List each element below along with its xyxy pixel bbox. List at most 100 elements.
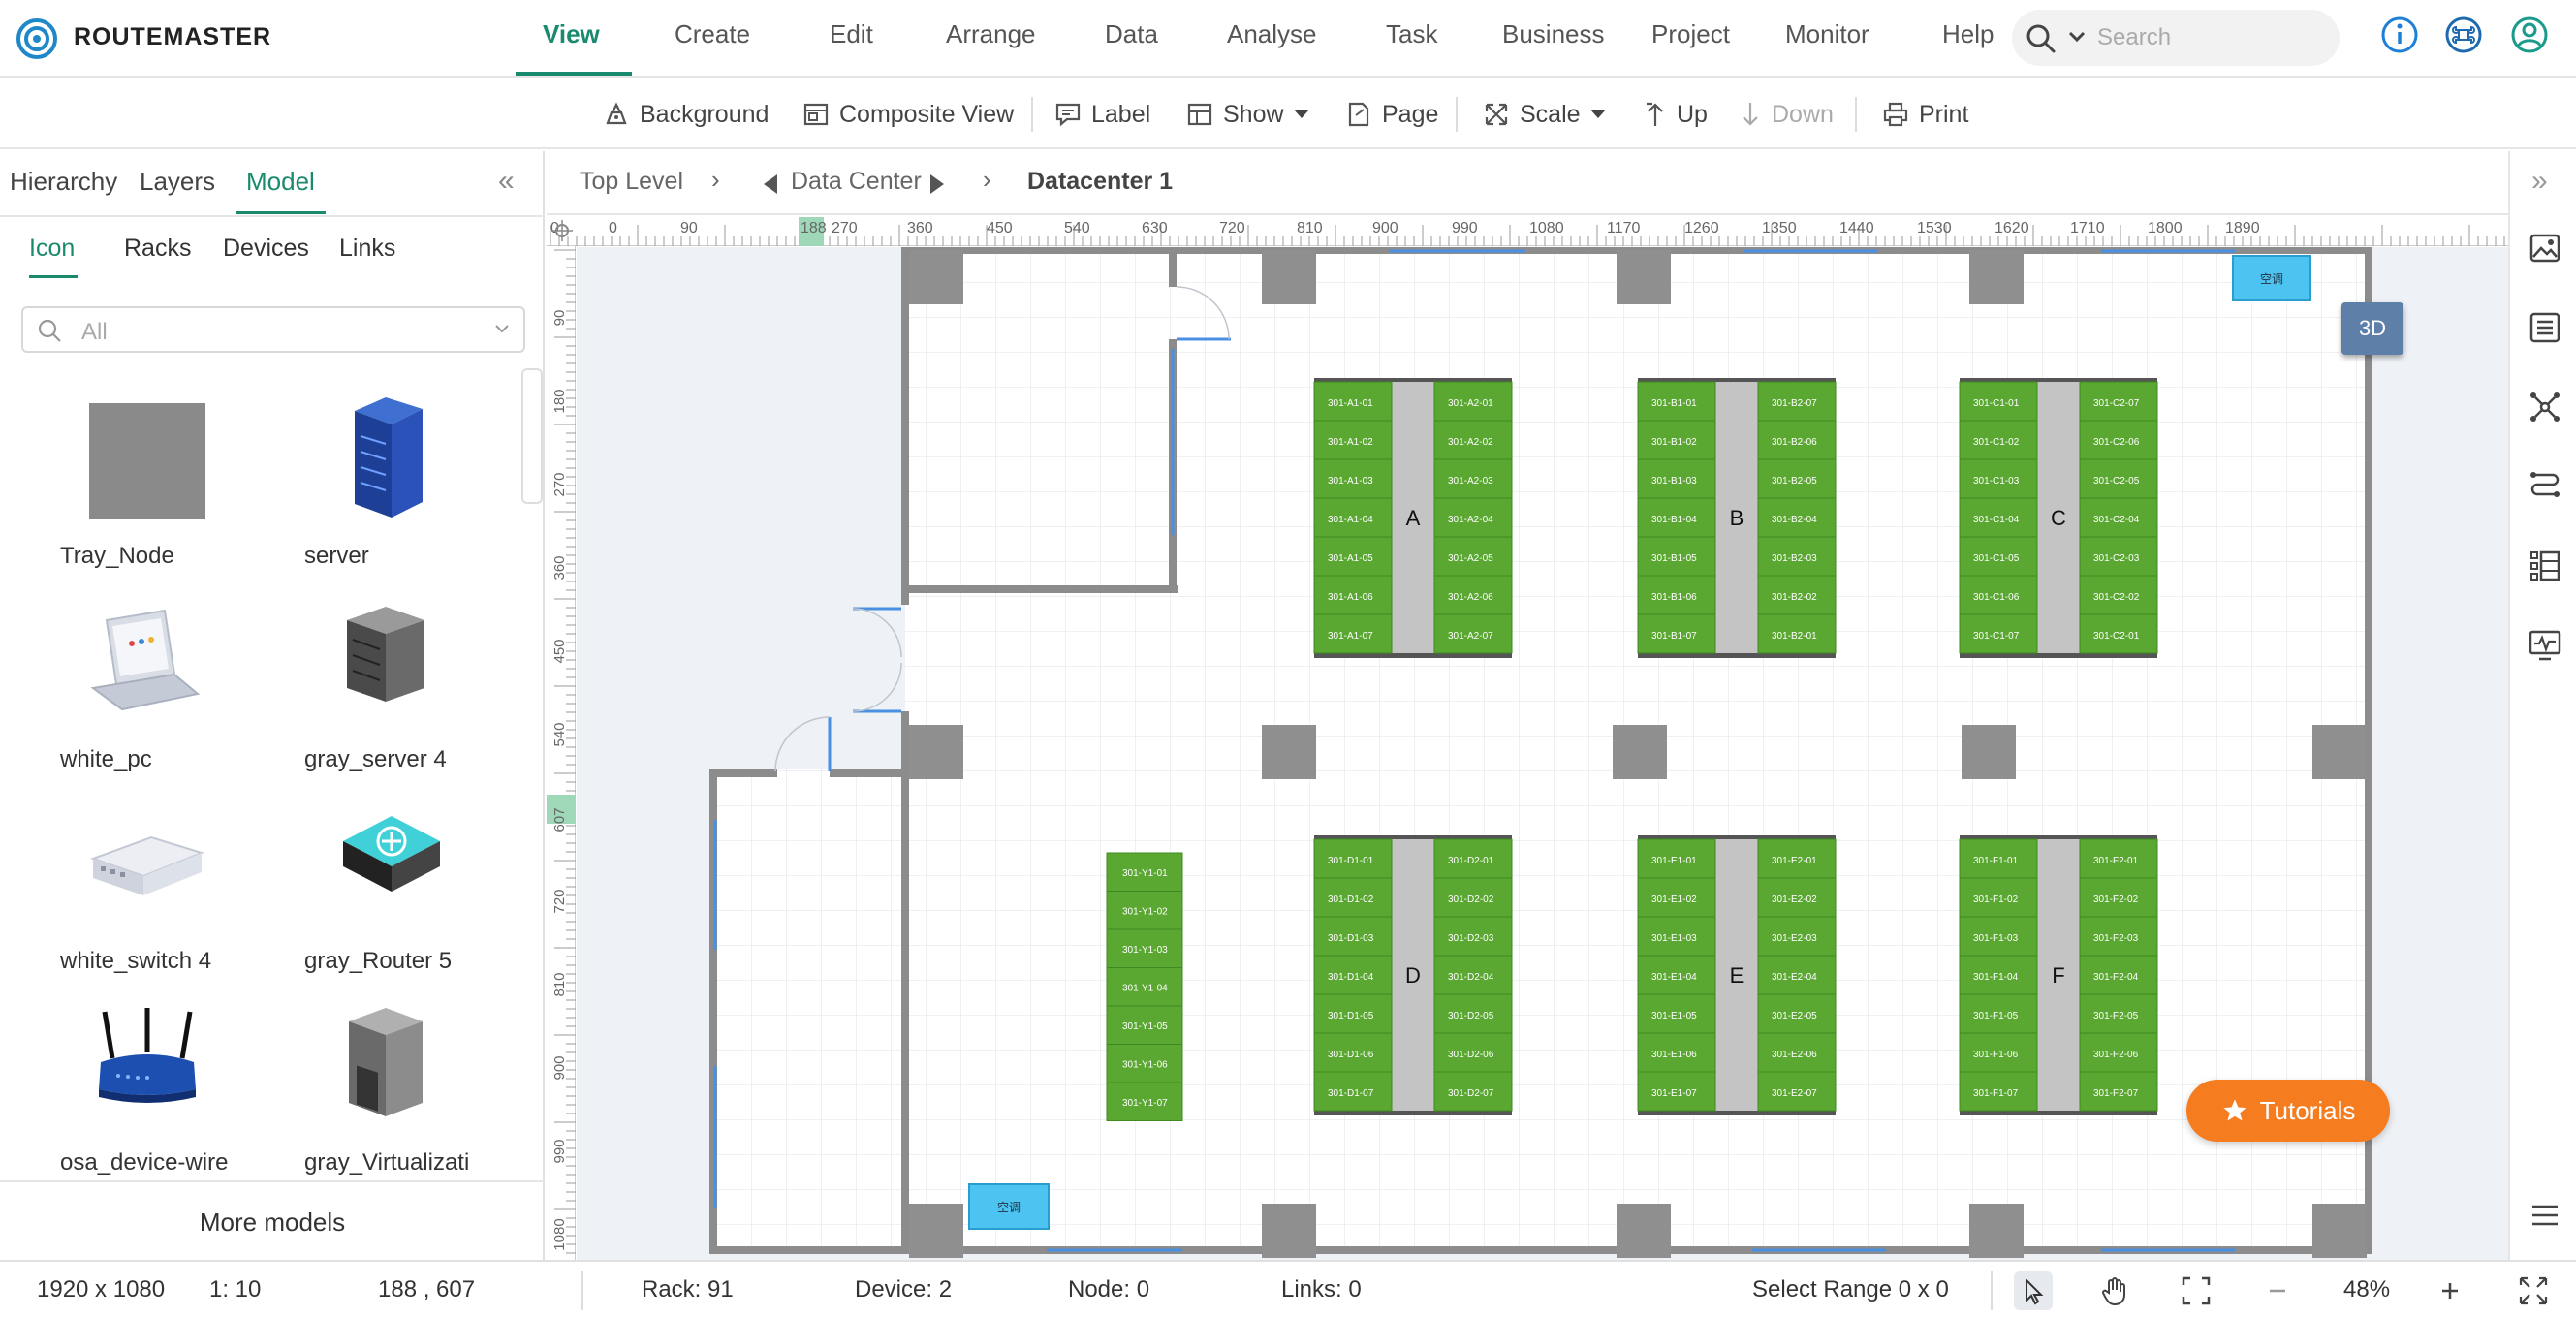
tab-hierarchy[interactable]: Hierarchy (10, 167, 117, 197)
rack-label: 301-A1-01 (1328, 398, 1373, 409)
ruler-label: 540 (551, 722, 568, 746)
up-button[interactable]: Up (1644, 95, 1708, 134)
route-icon[interactable] (2528, 469, 2562, 504)
ruler-label: 1620 (1995, 220, 2029, 236)
menu-arrange[interactable]: Arrange (946, 19, 1036, 49)
search-icon (38, 319, 61, 342)
ruler-origin-icon[interactable] (550, 219, 574, 242)
rack-list-icon[interactable] (2528, 549, 2562, 583)
menu-task[interactable]: Task (1386, 19, 1437, 49)
tab-layers[interactable]: Layers (140, 167, 215, 197)
show-dropdown[interactable]: Show (1186, 95, 1309, 134)
breadcrumb-top-level[interactable]: Top Level (580, 168, 683, 196)
rack-label: 301-D1-06 (1328, 1050, 1374, 1060)
search-input[interactable] (2097, 19, 2320, 56)
model-gray-server-4[interactable]: gray_server 4 (304, 601, 518, 795)
ruler-label: 1710 (2070, 220, 2105, 236)
page-button[interactable]: Page (1345, 95, 1438, 134)
caret-down-icon (1293, 110, 1309, 118)
model-name: gray_Router 5 (304, 948, 453, 974)
menu-icon[interactable] (2528, 1198, 2562, 1233)
model-gray-virtualization[interactable]: gray_Virtualizati (304, 1004, 518, 1198)
menu-help[interactable]: Help (1942, 19, 1994, 49)
list-icon[interactable] (2528, 310, 2562, 345)
toolbar-divider (1456, 97, 1458, 132)
tab-model[interactable]: Model (246, 167, 315, 197)
laptop-icon (90, 609, 201, 711)
ruler-label: 900 (1372, 220, 1398, 236)
rack-label: 301-F2-05 (2093, 1011, 2139, 1021)
label-button[interactable]: Label (1054, 95, 1150, 134)
model-gray-router-5[interactable]: gray_Router 5 (304, 802, 518, 996)
expand-panel-icon[interactable]: » (2531, 165, 2548, 198)
door-swing (852, 608, 902, 658)
down-button[interactable]: Down (1739, 95, 1834, 134)
ruler-label: 90 (551, 310, 568, 327)
image-icon[interactable] (2528, 231, 2562, 266)
ruler-label: 188 (801, 220, 827, 236)
rack-label: 301-C2-01 (2093, 631, 2140, 642)
model-white-switch-4[interactable]: white_switch 4 (60, 802, 273, 996)
fullscreen-icon[interactable] (2516, 1273, 2551, 1308)
command-icon[interactable] (2444, 16, 2483, 54)
model-white-pc[interactable]: white_pc (60, 601, 273, 795)
print-button[interactable]: Print (1882, 95, 1968, 134)
monitor-icon[interactable] (2528, 628, 2562, 663)
fit-screen-icon[interactable] (2179, 1273, 2214, 1308)
model-filter-select[interactable]: All (21, 306, 525, 353)
panel-scrollbar[interactable] (521, 368, 543, 504)
user-account-icon[interactable] (2510, 16, 2549, 54)
scale-dropdown[interactable]: Scale (1483, 95, 1606, 134)
menu-analyse[interactable]: Analyse (1227, 19, 1317, 49)
chevron-right-icon: › (711, 165, 720, 194)
model-osa-device-wire[interactable]: osa_device-wire (60, 1004, 273, 1198)
zoom-in-icon[interactable] (2433, 1273, 2467, 1308)
menu-edit[interactable]: Edit (830, 19, 873, 49)
composite-view-button[interactable]: Composite View (802, 95, 1014, 134)
pillar (1969, 250, 2024, 304)
view-3d-button[interactable]: 3D (2341, 302, 2403, 355)
info-icon[interactable] (2380, 16, 2419, 54)
rack-label: 301-E1-03 (1651, 933, 1697, 944)
rack-label: 301-A1-07 (1328, 631, 1373, 642)
menu-business[interactable]: Business (1502, 19, 1605, 49)
breadcrumb: Top Level › Data Center › Datacenter 1 (547, 151, 2508, 215)
cursor-coordinates: 188 , 607 (378, 1276, 476, 1302)
rack-label: 301-D1-05 (1328, 1011, 1374, 1021)
rack-label: 301-D1-02 (1328, 894, 1374, 905)
hand-pan-icon[interactable] (2097, 1273, 2132, 1308)
rack-label: 301-D2-04 (1448, 972, 1494, 983)
model-server[interactable]: server (304, 397, 518, 591)
background-button[interactable]: Background (603, 95, 769, 134)
rack-row-endcap (1960, 653, 2157, 658)
chevron-down-icon[interactable] (2068, 31, 2086, 43)
menu-data[interactable]: Data (1105, 19, 1158, 49)
menu-create[interactable]: Create (675, 19, 750, 49)
breadcrumb-data-center[interactable]: Data Center (791, 168, 922, 196)
next-sibling-icon[interactable] (928, 174, 944, 194)
menu-view[interactable]: View (543, 19, 600, 49)
subtab-links[interactable]: Links (339, 235, 395, 263)
collapse-panel-icon[interactable]: « (498, 165, 515, 198)
rack-label: 301-A1-03 (1328, 476, 1373, 486)
menu-monitor[interactable]: Monitor (1785, 19, 1869, 49)
more-models-button[interactable]: More models (0, 1208, 545, 1238)
active-subtab-indicator (29, 275, 78, 278)
previous-sibling-icon[interactable] (764, 174, 779, 194)
star-icon (2222, 1099, 2246, 1121)
zoom-out-icon[interactable] (2260, 1273, 2295, 1308)
tutorials-button[interactable]: Tutorials (2186, 1080, 2390, 1142)
subtab-devices[interactable]: Devices (223, 235, 309, 263)
ruler-label: 180 (551, 389, 568, 413)
topology-icon[interactable] (2528, 390, 2562, 424)
status-bar: 1920 x 1080 1: 10 188 , 607 Rack: 91 Dev… (0, 1260, 2576, 1318)
search-box[interactable] (2012, 10, 2340, 66)
select-tool-button[interactable] (2014, 1271, 2053, 1310)
menu-project[interactable]: Project (1651, 19, 1730, 49)
rack-label: 301-F1-06 (1973, 1050, 2019, 1060)
subtab-icon[interactable]: Icon (29, 235, 75, 263)
rack-label: 301-F1-02 (1973, 894, 2019, 905)
subtab-racks[interactable]: Racks (124, 235, 191, 263)
composite-view-icon (803, 103, 829, 126)
model-tray-node[interactable]: Tray_Node (60, 397, 273, 591)
